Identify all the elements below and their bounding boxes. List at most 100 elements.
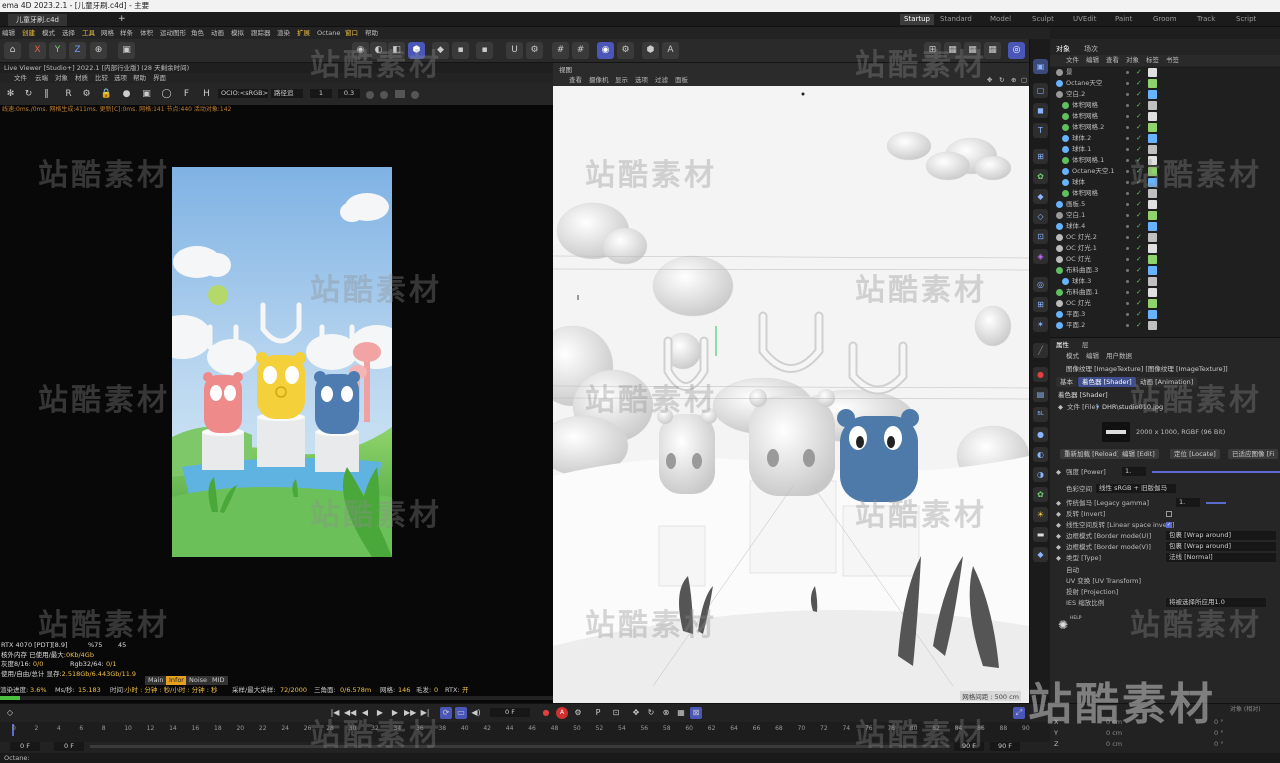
layout-groom[interactable]: Groom <box>1153 14 1177 25</box>
object-name[interactable]: OC 灯光.1 <box>1066 243 1097 254</box>
side-rect-icon[interactable]: ▬ <box>1033 527 1048 542</box>
axis-x-button[interactable]: X <box>29 42 46 59</box>
object-row[interactable]: 布料曲面.1 ✓ <box>1050 287 1280 298</box>
object-name[interactable]: 空白.2 <box>1066 89 1085 100</box>
object-name[interactable]: 球体.3 <box>1072 276 1091 287</box>
side-bend-icon[interactable]: ◇ <box>1033 209 1048 224</box>
lv-send-icon[interactable]: ✻ <box>2 86 19 103</box>
visibility-dot[interactable] <box>1126 291 1129 294</box>
material-tag-icon[interactable] <box>1148 211 1157 220</box>
enabled-check-icon[interactable]: ✓ <box>1136 199 1142 210</box>
material-tag-icon[interactable] <box>1148 233 1157 242</box>
visibility-dot[interactable] <box>1126 181 1129 184</box>
object-row[interactable]: 布料曲面.3 ✓ <box>1050 265 1280 276</box>
lv-menu-cloud[interactable]: 云端 <box>35 73 48 83</box>
layout-sculpt[interactable]: Sculpt <box>1032 14 1054 25</box>
object-row[interactable]: 空白.1 ✓ <box>1050 210 1280 221</box>
border-v-select[interactable]: 包裹 [Wrap around] <box>1166 542 1276 551</box>
menu-extensions[interactable]: 扩展 <box>297 27 310 39</box>
lv-menu-file[interactable]: 文件 <box>14 73 27 83</box>
om-menu-edit[interactable]: 编辑 <box>1086 55 1099 66</box>
colorspace-select[interactable]: 线性 sRGB + 旧版伽马 <box>1096 484 1176 493</box>
vp-menu-panel[interactable]: 面板 <box>675 75 688 86</box>
material-tag-icon[interactable] <box>1148 200 1157 209</box>
visibility-dot[interactable] <box>1126 247 1129 250</box>
material-tag-icon[interactable] <box>1148 255 1157 264</box>
lv-value-1[interactable]: 1 <box>310 89 332 98</box>
enabled-check-icon[interactable]: ✓ <box>1136 133 1142 144</box>
record-icon[interactable]: ● <box>540 707 552 719</box>
object-row[interactable]: 体积网格 ✓ <box>1050 100 1280 111</box>
vp-menu-display[interactable]: 显示 <box>615 75 628 86</box>
render-region-icon[interactable]: ◉ <box>597 42 614 59</box>
object-row[interactable]: 景 ✓ <box>1050 67 1280 78</box>
menu-mograph[interactable]: 运动图形 <box>160 27 186 39</box>
lv-region-icon[interactable]: ▣ <box>138 86 155 103</box>
object-name[interactable]: 体积网格 <box>1072 111 1098 122</box>
octane-a-icon[interactable]: A <box>662 42 679 59</box>
enabled-check-icon[interactable]: ✓ <box>1136 309 1142 320</box>
object-name[interactable]: 体积网格.2 <box>1072 122 1104 133</box>
menu-edit[interactable]: 编辑 <box>2 27 15 39</box>
material-tag-icon[interactable] <box>1148 277 1157 286</box>
object-name[interactable]: OC 灯光.2 <box>1066 232 1097 243</box>
menu-volume[interactable]: 体积 <box>140 27 153 39</box>
range-slider[interactable] <box>90 745 950 748</box>
enabled-check-icon[interactable]: ✓ <box>1136 67 1142 78</box>
gamma-slider[interactable] <box>1206 502 1226 504</box>
lv-menu-material[interactable]: 材质 <box>75 73 88 83</box>
visibility-dot[interactable] <box>1126 302 1129 305</box>
material-tag-icon[interactable] <box>1148 310 1157 319</box>
material-tag-icon[interactable] <box>1148 79 1157 88</box>
key-p-icon[interactable]: P <box>592 707 604 719</box>
object-row[interactable]: OC 灯光.1 ✓ <box>1050 243 1280 254</box>
visibility-dot[interactable] <box>1126 203 1129 206</box>
menu-simulate[interactable]: 模拟 <box>231 27 244 39</box>
side-contrast-icon[interactable]: ◑ <box>1033 467 1048 482</box>
locate-button[interactable]: 定位 [Locate] <box>1170 449 1220 459</box>
om-menu-view[interactable]: 查看 <box>1106 55 1119 66</box>
lv-menu-object[interactable]: 对象 <box>55 73 68 83</box>
object-name[interactable]: 空白.1 <box>1066 210 1085 221</box>
preview-start-field[interactable]: 0 F <box>54 742 84 751</box>
key-scale-icon[interactable]: ⊡ <box>610 707 622 719</box>
file-dropdown-icon[interactable]: ▾ <box>1096 402 1099 412</box>
kernel-select[interactable]: 路径追 <box>271 89 303 98</box>
side-blend-icon[interactable]: BL <box>1033 407 1048 422</box>
file-expand-icon[interactable]: ◆ <box>1058 402 1063 412</box>
object-row[interactable]: 球体.4 ✓ <box>1050 221 1280 232</box>
object-row[interactable]: 画板.5 ✓ <box>1050 199 1280 210</box>
axis-y-button[interactable]: Y <box>49 42 66 59</box>
lv-dot-2[interactable] <box>380 91 388 99</box>
side-effector-icon[interactable]: ◈ <box>1033 249 1048 264</box>
visibility-dot[interactable] <box>1126 324 1129 327</box>
end-frame-field[interactable]: 90 F <box>990 742 1020 751</box>
side-material-icon[interactable]: ◆ <box>1033 547 1048 562</box>
om-menu-object[interactable]: 对象 <box>1126 55 1139 66</box>
visibility-dot[interactable] <box>1126 115 1129 118</box>
vp-zoom-icon[interactable]: ⊕ <box>1011 75 1016 86</box>
enabled-check-icon[interactable]: ✓ <box>1136 254 1142 265</box>
side-camera-icon[interactable]: ▤ <box>1033 387 1048 402</box>
point-mode-icon[interactable]: ▪ <box>452 42 469 59</box>
layout-track[interactable]: Track <box>1197 14 1215 25</box>
current-frame-field[interactable]: 0 F <box>490 708 530 717</box>
lv-sphere-icon[interactable]: ● <box>118 86 135 103</box>
visibility-dot[interactable] <box>1126 93 1129 96</box>
side-sphere-icon[interactable]: ● <box>1033 427 1048 442</box>
menu-render[interactable]: 渲染 <box>277 27 290 39</box>
enabled-check-icon[interactable]: ✓ <box>1136 111 1142 122</box>
coord-z-pos[interactable]: 0 cm <box>1106 740 1122 748</box>
gamma-expand-icon[interactable]: ◆ <box>1056 498 1061 508</box>
attr-menu-userdata[interactable]: 用户数据 <box>1106 351 1132 361</box>
reload-button[interactable]: 重新加载 [Reload] <box>1060 449 1124 459</box>
om-menu-tags[interactable]: 标签 <box>1146 55 1159 66</box>
side-field-icon[interactable]: ⊡ <box>1033 229 1048 244</box>
lv-menu-ui[interactable]: 界面 <box>153 73 166 83</box>
lv-lock-icon[interactable]: 🔒 <box>98 86 115 103</box>
side-deformer-icon[interactable]: ◆ <box>1033 189 1048 204</box>
lv-tab-main[interactable]: Main <box>145 676 167 685</box>
lv-h-icon[interactable]: H <box>198 86 215 103</box>
menu-help[interactable]: 帮助 <box>365 27 378 39</box>
side-light-icon[interactable]: ✶ <box>1033 317 1048 332</box>
